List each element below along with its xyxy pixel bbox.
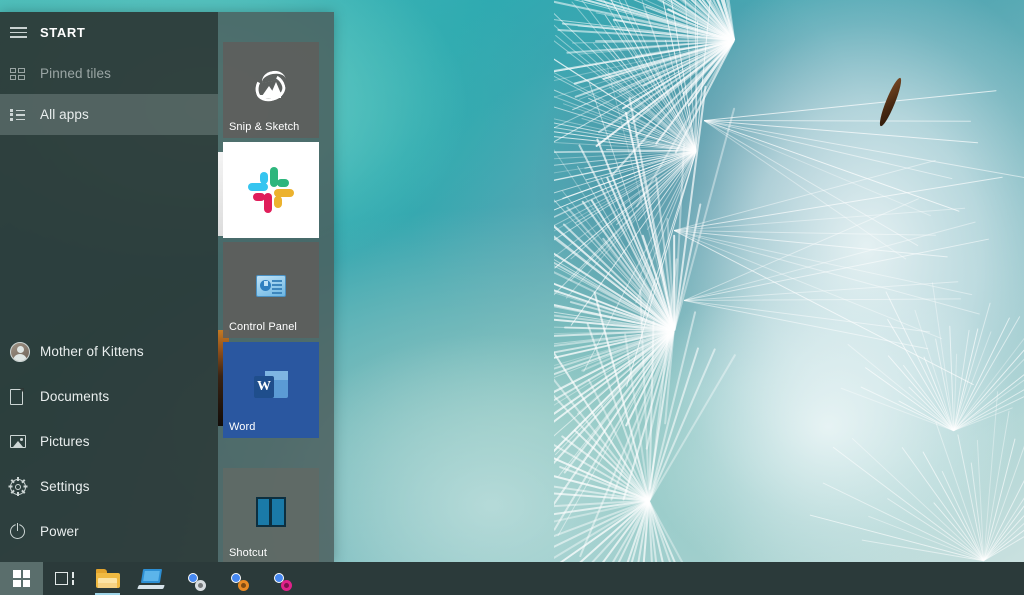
gear-icon bbox=[10, 479, 40, 495]
sidebar-item-label: Pictures bbox=[40, 434, 90, 449]
tile-label: Snip & Sketch bbox=[229, 121, 299, 133]
tiles-grid-icon bbox=[10, 68, 40, 80]
tile-shotcut[interactable]: Shotcut bbox=[223, 468, 319, 564]
sidebar-item-label: Documents bbox=[40, 389, 109, 404]
start-menu-left-rail: START Pinned tiles All apps Mother of Ki… bbox=[0, 12, 218, 562]
sidebar-item-label: All apps bbox=[40, 107, 89, 122]
sidebar-item-label: Settings bbox=[40, 479, 90, 494]
sidebar-item-documents[interactable]: Documents bbox=[0, 376, 218, 417]
sidebar-item-pictures[interactable]: Pictures bbox=[0, 421, 218, 462]
sidebar-item-all-apps[interactable]: All apps bbox=[0, 94, 218, 135]
start-button[interactable] bbox=[0, 562, 43, 595]
chrome-window-3-button[interactable] bbox=[258, 562, 301, 595]
start-menu-header[interactable]: START bbox=[0, 12, 218, 53]
laptop-icon bbox=[138, 569, 164, 589]
sidebar-item-label: Power bbox=[40, 524, 79, 539]
list-icon bbox=[10, 109, 40, 121]
chrome-badge-gray bbox=[195, 580, 206, 591]
chrome-badge-pink bbox=[281, 580, 292, 591]
task-view-icon bbox=[55, 571, 74, 586]
tile-group-gap bbox=[218, 442, 334, 468]
sidebar-item-label: Pinned tiles bbox=[40, 66, 111, 81]
chrome-window-1-button[interactable] bbox=[172, 562, 215, 595]
chrome-badge-orange bbox=[238, 580, 249, 591]
display-settings-button[interactable] bbox=[129, 562, 172, 595]
snip-sketch-icon bbox=[253, 70, 289, 104]
sidebar-item-power[interactable]: Power bbox=[0, 511, 218, 552]
dandelion-image bbox=[554, 0, 1024, 595]
tile-control-panel[interactable]: Control Panel bbox=[223, 242, 319, 338]
rail-spacer bbox=[0, 135, 218, 331]
tile-label: Word bbox=[229, 421, 255, 433]
sidebar-item-pinned-tiles[interactable]: Pinned tiles bbox=[0, 53, 218, 94]
slack-icon bbox=[248, 167, 294, 213]
start-menu-tiles-panel: Snip & Sketch Slack bbox=[218, 12, 334, 562]
tile-list: Snip & Sketch Slack bbox=[218, 42, 334, 564]
user-avatar-icon[interactable] bbox=[10, 342, 40, 362]
control-panel-icon bbox=[256, 275, 286, 297]
chrome-icon bbox=[268, 567, 291, 590]
tile-label: Shotcut bbox=[229, 547, 267, 559]
shotcut-icon bbox=[256, 497, 286, 527]
word-icon: W bbox=[254, 371, 288, 403]
taskbar[interactable] bbox=[0, 562, 1024, 595]
power-icon bbox=[10, 524, 40, 539]
start-menu[interactable]: START Pinned tiles All apps Mother of Ki… bbox=[0, 12, 334, 562]
tile-slack[interactable]: Slack bbox=[223, 142, 319, 238]
sidebar-item-settings[interactable]: Settings bbox=[0, 466, 218, 507]
picture-icon bbox=[10, 435, 40, 448]
tile-snip-and-sketch[interactable]: Snip & Sketch bbox=[223, 42, 319, 138]
tile-label: Control Panel bbox=[229, 321, 297, 333]
chrome-window-2-button[interactable] bbox=[215, 562, 258, 595]
hamburger-icon[interactable] bbox=[10, 27, 40, 38]
user-name-label: Mother of Kittens bbox=[40, 344, 144, 359]
document-icon bbox=[10, 389, 40, 405]
task-view-button[interactable] bbox=[43, 562, 86, 595]
windows-logo-icon bbox=[13, 570, 30, 587]
start-label: START bbox=[40, 25, 85, 40]
chrome-icon bbox=[225, 567, 248, 590]
folder-icon bbox=[96, 569, 120, 588]
sidebar-item-user[interactable]: Mother of Kittens bbox=[0, 331, 218, 372]
tile-word[interactable]: W Word bbox=[223, 342, 319, 438]
file-explorer-button[interactable] bbox=[86, 562, 129, 595]
chrome-icon bbox=[182, 567, 205, 590]
